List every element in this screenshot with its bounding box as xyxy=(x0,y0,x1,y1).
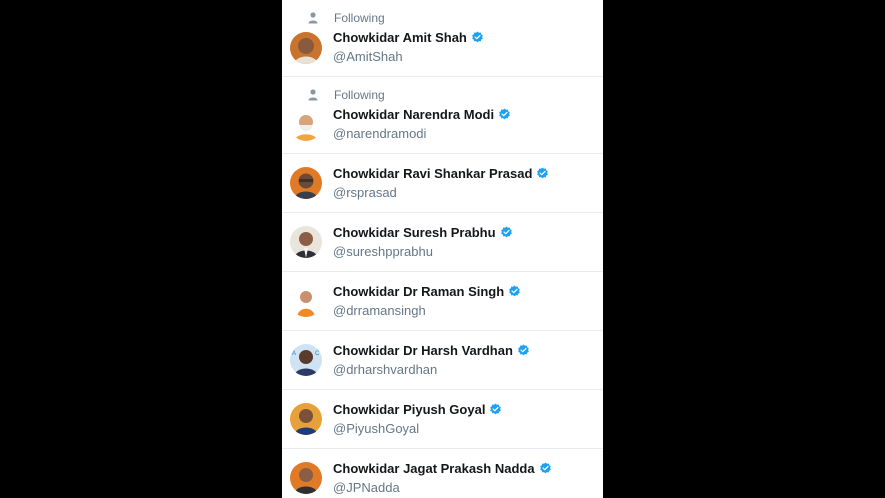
account-list: Following Chowkidar Amit Shah @AmitShah … xyxy=(282,0,603,498)
verified-badge-icon xyxy=(539,462,552,475)
svg-text:C: C xyxy=(315,351,320,357)
avatar[interactable] xyxy=(290,403,322,435)
account-name[interactable]: Chowkidar Dr Harsh Vardhan xyxy=(333,343,513,358)
account-name[interactable]: Chowkidar Suresh Prabhu xyxy=(333,225,496,240)
verified-badge-icon xyxy=(471,31,484,44)
account-row[interactable]: Following Chowkidar Narendra Modi @naren… xyxy=(282,77,603,154)
account-handle: @drramansingh xyxy=(333,303,426,318)
following-label: Following xyxy=(334,88,385,102)
verified-badge-icon xyxy=(517,344,530,357)
avatar[interactable] xyxy=(290,226,322,258)
account-name[interactable]: Chowkidar Piyush Goyal xyxy=(333,402,485,417)
verified-badge-icon xyxy=(498,108,511,121)
avatar[interactable] xyxy=(290,109,322,141)
svg-text:A: A xyxy=(292,351,296,357)
following-indicator: Following xyxy=(308,87,385,103)
verified-badge-icon xyxy=(508,285,521,298)
following-label: Following xyxy=(334,11,385,25)
account-handle: @sureshpprabhu xyxy=(333,244,433,259)
account-handle: @narendramodi xyxy=(333,126,427,141)
avatar[interactable] xyxy=(290,285,322,317)
avatar[interactable]: AC xyxy=(290,344,322,376)
account-handle: @rsprasad xyxy=(333,185,397,200)
account-row[interactable]: Chowkidar Dr Raman Singh @drramansingh xyxy=(282,272,603,331)
avatar[interactable] xyxy=(290,32,322,64)
account-handle: @PiyushGoyal xyxy=(333,421,420,436)
account-row[interactable]: Following Chowkidar Amit Shah @AmitShah xyxy=(282,0,603,77)
account-name[interactable]: Chowkidar Narendra Modi xyxy=(333,107,494,122)
verified-badge-icon xyxy=(500,226,513,239)
account-handle: @JPNadda xyxy=(333,480,400,495)
verified-badge-icon xyxy=(489,403,502,416)
account-handle: @drharshvardhan xyxy=(333,362,438,377)
account-row[interactable]: AC Chowkidar Dr Harsh Vardhan @drharshva… xyxy=(282,331,603,390)
account-name[interactable]: Chowkidar Dr Raman Singh xyxy=(333,284,504,299)
account-row[interactable]: Chowkidar Ravi Shankar Prasad @rsprasad xyxy=(282,154,603,213)
avatar[interactable] xyxy=(290,462,322,494)
account-row[interactable]: Chowkidar Piyush Goyal @PiyushGoyal xyxy=(282,390,603,449)
verified-badge-icon xyxy=(536,167,549,180)
account-name[interactable]: Chowkidar Ravi Shankar Prasad xyxy=(333,166,532,181)
account-row[interactable]: Chowkidar Suresh Prabhu @sureshpprabhu xyxy=(282,213,603,272)
person-icon xyxy=(308,12,318,24)
account-handle: @AmitShah xyxy=(333,49,403,64)
account-name[interactable]: Chowkidar Amit Shah xyxy=(333,30,467,45)
following-indicator: Following xyxy=(308,10,385,26)
avatar[interactable] xyxy=(290,167,322,199)
person-icon xyxy=(308,89,318,101)
account-row[interactable]: Chowkidar Jagat Prakash Nadda @JPNadda xyxy=(282,449,603,498)
account-name[interactable]: Chowkidar Jagat Prakash Nadda xyxy=(333,461,535,476)
